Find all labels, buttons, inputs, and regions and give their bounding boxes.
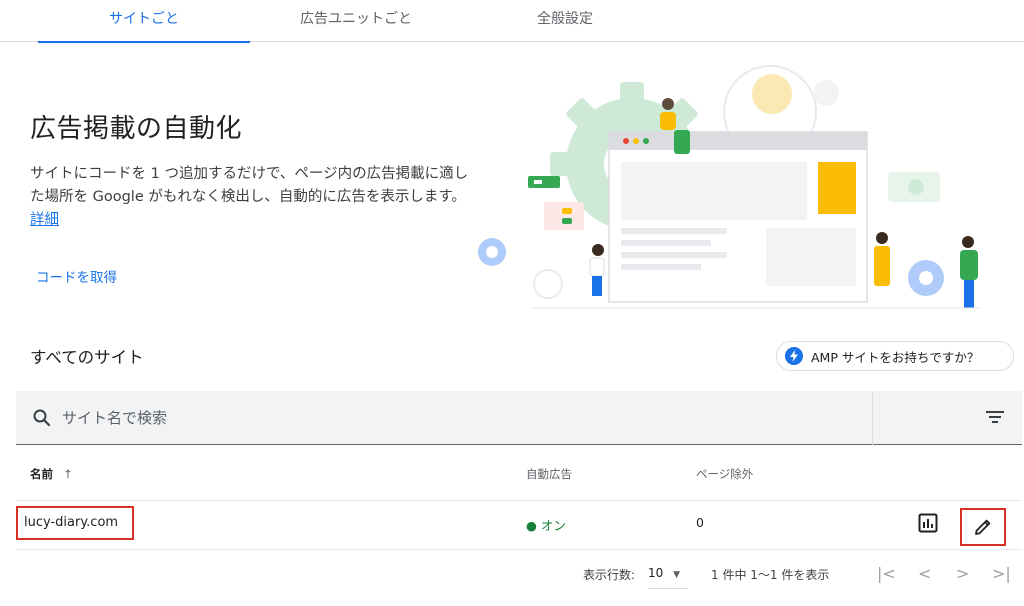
header-divider <box>16 500 1022 501</box>
auto-ads-status: ● オン <box>526 515 566 534</box>
amp-bolt-icon <box>785 347 803 365</box>
adsense-auto-ads-page: サイトごと 広告ユニットごと 全般設定 広告掲載の自動化 サイトにコードを 1 … <box>0 0 1024 606</box>
status-dot-icon: ● <box>526 518 537 533</box>
rows-per-page-label: 表示行数: <box>583 568 636 582</box>
tab-by-ad-unit[interactable]: 広告ユニットごと <box>250 0 462 42</box>
column-header-auto-ads: 自動広告 <box>526 467 572 481</box>
tab-bar: サイトごと 広告ユニットごと 全般設定 <box>0 0 1024 43</box>
next-page-icon[interactable]: > <box>956 564 969 583</box>
rows-per-page-select[interactable]: 10 ▼ <box>648 561 688 589</box>
pencil-icon <box>975 519 991 535</box>
filter-icon[interactable] <box>986 409 1004 425</box>
column-header-page-exclusions: ページ除外 <box>696 467 754 481</box>
hero-description-text: サイトにコードを 1 つ追加するだけで、ページ内の広告掲載に適した場所を Goo… <box>30 166 469 205</box>
first-page-icon[interactable]: |< <box>877 564 896 583</box>
details-link[interactable]: 詳細 <box>30 212 59 228</box>
site-name-link[interactable]: lucy-diary.com <box>16 506 134 540</box>
last-page-icon[interactable]: >| <box>992 564 1011 583</box>
amp-site-button[interactable]: AMP サイトをお持ちですか？ <box>776 341 1014 371</box>
auto-ads-illustration <box>478 65 980 309</box>
amp-button-label: AMP サイトをお持ちですか？ <box>811 349 980 365</box>
pagination-range: 1 件中 1〜1 件を表示 <box>711 568 830 582</box>
previous-page-icon[interactable]: < <box>918 564 931 583</box>
hero-description: サイトにコードを 1 つ追加するだけで、ページ内の広告掲載に適した場所を Goo… <box>30 163 470 232</box>
column-header-name[interactable]: 名前 ↑ <box>30 466 73 482</box>
all-sites-heading: すべてのサイト <box>30 348 144 367</box>
auto-ads-status-label: オン <box>540 518 566 533</box>
report-chart-icon[interactable] <box>918 513 938 533</box>
tab-general-settings[interactable]: 全般設定 <box>462 0 668 42</box>
search-bar <box>16 391 1022 445</box>
column-header-name-label: 名前 <box>30 467 53 481</box>
get-code-button[interactable]: コードを取得 <box>36 266 117 286</box>
dropdown-arrow-icon: ▼ <box>673 570 681 580</box>
page-exclusions-count: 0 <box>696 515 704 530</box>
page-title: 広告掲載の自動化 <box>30 114 243 144</box>
search-divider <box>872 391 873 445</box>
edit-button[interactable] <box>960 508 1006 546</box>
tab-by-site[interactable]: サイトごと <box>38 0 250 43</box>
site-search-input[interactable] <box>62 401 862 435</box>
rows-per-page-value: 10 <box>648 566 664 580</box>
sort-ascending-icon: ↑ <box>63 467 73 481</box>
row-divider <box>16 549 1022 550</box>
search-icon <box>33 409 51 427</box>
